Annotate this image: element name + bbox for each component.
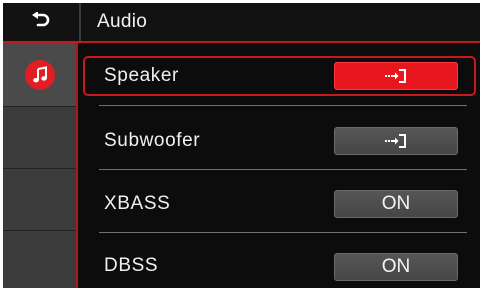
setting-row-speaker[interactable]: Speaker [83,56,480,96]
sidebar-accent-line [76,43,78,288]
page-title: Audio [97,11,148,32]
row-divider [99,232,467,233]
header-bar: Audio [3,3,480,41]
display-frame: Audio Speaker Subwoofer XBASS ON DBSS ON [3,3,480,288]
sidebar-item-4[interactable] [3,231,76,288]
row-divider [99,169,467,170]
setting-label: Subwoofer [104,130,201,151]
setting-label: DBSS [104,255,159,276]
setting-row-dbss[interactable]: DBSS ON [83,246,480,286]
setting-row-subwoofer[interactable]: Subwoofer [83,121,480,161]
xbass-toggle[interactable]: ON [334,190,458,218]
sidebar-item-3[interactable] [3,169,76,230]
sidebar-item-audio[interactable] [3,43,76,106]
back-arrow-icon [31,10,51,33]
row-divider [99,105,467,106]
back-button[interactable] [3,3,79,41]
dbss-toggle[interactable]: ON [334,253,458,281]
sidebar-item-2[interactable] [3,107,76,168]
subwoofer-enter-button[interactable] [334,127,458,155]
audio-settings-screen: Audio Speaker Subwoofer XBASS ON DBSS ON [0,0,483,291]
enter-submenu-icon [385,68,407,84]
sidebar [3,43,76,288]
setting-label: XBASS [104,193,171,214]
setting-row-xbass[interactable]: XBASS ON [83,184,480,224]
setting-label: Speaker [104,65,179,86]
enter-submenu-icon [385,133,407,149]
music-note-icon [24,59,55,90]
header-divider [79,3,81,41]
speaker-enter-button[interactable] [334,62,458,90]
